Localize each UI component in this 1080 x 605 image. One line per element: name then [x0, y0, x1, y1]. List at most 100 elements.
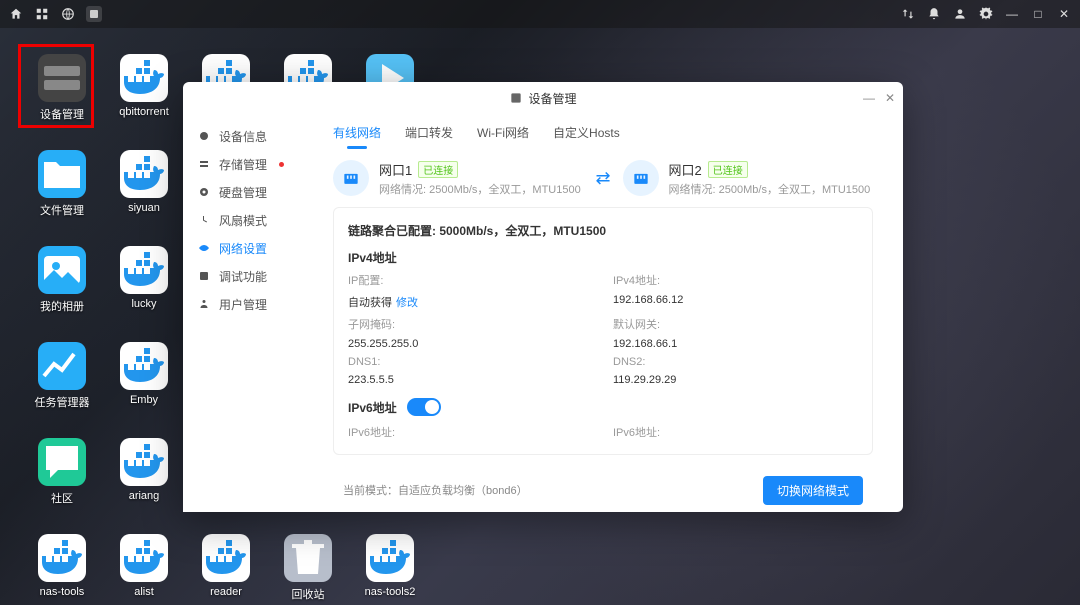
- taskbar-app-active[interactable]: [86, 6, 102, 22]
- docker-icon: [120, 534, 168, 582]
- desktop-icon[interactable]: 任务管理器: [30, 342, 94, 410]
- docker-icon: [120, 438, 168, 486]
- dialog-device-manager: 设备管理 — ✕ 设备信息存储管理硬盘管理风扇模式网络设置调试功能用户管理 有线…: [183, 82, 903, 512]
- sidebar-item-4[interactable]: 网络设置: [183, 234, 313, 262]
- desktop-icon-label: siyuan: [128, 202, 160, 214]
- taskbar-globe-icon[interactable]: [60, 6, 76, 22]
- desktop-icon[interactable]: 设备管理: [30, 54, 94, 122]
- notification-dot: [279, 162, 284, 167]
- desktop-icon-label: 社区: [51, 490, 73, 506]
- current-mode: 当前模式：自适应负载均衡（bond6）: [343, 482, 528, 498]
- ipv6-label-a: IPv6地址:: [348, 424, 593, 440]
- window-maximize[interactable]: □: [1030, 6, 1046, 22]
- port-detail: 网络情况: 2500Mb/s，全双工，MTU1500: [669, 181, 873, 197]
- chart-icon: [38, 342, 86, 390]
- docker-icon: [120, 150, 168, 198]
- link-icon: ⇄: [595, 168, 610, 189]
- port-name: 网口2: [669, 160, 702, 179]
- taskbar-bell-icon[interactable]: [926, 6, 942, 22]
- taskbar-transfer-icon[interactable]: [900, 6, 916, 22]
- modify-link[interactable]: 修改: [396, 297, 418, 309]
- desktop-icon[interactable]: 文件管理: [30, 150, 94, 218]
- sidebar-label: 调试功能: [219, 268, 267, 285]
- desktop-icon-label: nas-tools: [40, 586, 85, 598]
- window-close[interactable]: ✕: [1056, 6, 1072, 22]
- sidebar-icon: [197, 214, 211, 226]
- sidebar-icon: [197, 130, 211, 142]
- ipv4-section-title: IPv4地址: [348, 249, 858, 266]
- window-minimize[interactable]: —: [1004, 6, 1020, 22]
- tab-0[interactable]: 有线网络: [333, 116, 381, 149]
- sidebar-label: 存储管理: [219, 156, 267, 173]
- sidebar-item-3[interactable]: 风扇模式: [183, 206, 313, 234]
- dialog-titlebar: 设备管理 — ✕: [183, 82, 903, 114]
- desktop-icon-label: 回收站: [292, 586, 325, 602]
- ip-config-value: 自动获得修改: [348, 294, 593, 310]
- chat-icon: [38, 438, 86, 486]
- docker-icon: [120, 246, 168, 294]
- docker-icon: [120, 342, 168, 390]
- desktop-icon[interactable]: nas-tools: [30, 534, 94, 598]
- desktop-icon[interactable]: alist: [112, 534, 176, 598]
- desktop-icon-label: ariang: [129, 490, 160, 502]
- desktop-icon[interactable]: 我的相册: [30, 246, 94, 314]
- tab-1[interactable]: 端口转发: [405, 116, 453, 149]
- taskbar-user-icon[interactable]: [952, 6, 968, 22]
- tab-2[interactable]: Wi-Fi网络: [477, 116, 529, 149]
- sidebar-icon: [197, 270, 211, 282]
- port-2[interactable]: 网口2已连接 网络情况: 2500Mb/s，全双工，MTU1500: [623, 160, 873, 197]
- ipv6-toggle[interactable]: [407, 398, 441, 416]
- ethernet-icon: [623, 160, 659, 196]
- server-icon: [38, 54, 86, 102]
- port-status: 已连接: [418, 161, 458, 178]
- docker-icon: [202, 534, 250, 582]
- desktop-icon[interactable]: lucky: [112, 246, 176, 310]
- switch-mode-button[interactable]: 切换网络模式: [763, 476, 863, 505]
- tab-3[interactable]: 自定义Hosts: [553, 116, 620, 149]
- sidebar-item-6[interactable]: 用户管理: [183, 290, 313, 318]
- desktop-icon[interactable]: Emby: [112, 342, 176, 406]
- port-name: 网口1: [379, 160, 412, 179]
- taskbar-apps-icon[interactable]: [34, 6, 50, 22]
- docker-icon: [38, 534, 86, 582]
- desktop-icon[interactable]: qbittorrent: [112, 54, 176, 118]
- desktop-icon-label: alist: [134, 586, 154, 598]
- desktop-icon-label: reader: [210, 586, 242, 598]
- desktop-icon[interactable]: 回收站: [276, 534, 340, 602]
- sidebar-item-2[interactable]: 硬盘管理: [183, 178, 313, 206]
- dialog-close-icon[interactable]: ✕: [885, 91, 895, 105]
- sidebar-item-0[interactable]: 设备信息: [183, 122, 313, 150]
- folder-icon: [38, 150, 86, 198]
- sidebar-item-1[interactable]: 存储管理: [183, 150, 313, 178]
- desktop-icon-label: Emby: [130, 394, 158, 406]
- ethernet-icon: [333, 160, 369, 196]
- port-1[interactable]: 网口1已连接 网络情况: 2500Mb/s，全双工，MTU1500: [333, 160, 583, 197]
- ports-row: 网口1 已连接 网络情况: 2500Mb/s，全双工，MTU1500 ⇄ 网口2已…: [323, 150, 883, 207]
- desktop-icon[interactable]: nas-tools2: [358, 534, 422, 598]
- dialog-footer: 当前模式：自适应负载均衡（bond6） 切换网络模式: [323, 468, 883, 512]
- taskbar-home-icon[interactable]: [8, 6, 24, 22]
- sidebar-icon: [197, 242, 211, 254]
- dialog-minimize-icon[interactable]: —: [863, 91, 875, 105]
- taskbar-gear-icon[interactable]: [978, 6, 994, 22]
- aggregation-title: 链路聚合已配置: 5000Mb/s，全双工，MTU1500: [348, 222, 858, 239]
- ipv4-value: 192.168.66.12: [613, 294, 858, 310]
- sidebar-icon: [197, 298, 211, 310]
- sidebar-icon: [197, 186, 211, 198]
- desktop-icon[interactable]: reader: [194, 534, 258, 598]
- desktop-icon[interactable]: siyuan: [112, 150, 176, 214]
- sidebar-icon: [197, 158, 211, 170]
- desktop-icon-label: qbittorrent: [119, 106, 169, 118]
- ip-config-label: IP配置:: [348, 272, 593, 288]
- trash-icon: [284, 534, 332, 582]
- dialog-sidebar: 设备信息存储管理硬盘管理风扇模式网络设置调试功能用户管理: [183, 114, 313, 512]
- ipv6-label-b: IPv6地址:: [613, 424, 858, 440]
- dns1-value: 223.5.5.5: [348, 374, 593, 386]
- sidebar-item-5[interactable]: 调试功能: [183, 262, 313, 290]
- mask-value: 255.255.255.0: [348, 338, 593, 350]
- desktop-icon[interactable]: ariang: [112, 438, 176, 502]
- docker-icon: [366, 534, 414, 582]
- photo-icon: [38, 246, 86, 294]
- desktop-icon[interactable]: 社区: [30, 438, 94, 506]
- sidebar-label: 网络设置: [219, 240, 267, 257]
